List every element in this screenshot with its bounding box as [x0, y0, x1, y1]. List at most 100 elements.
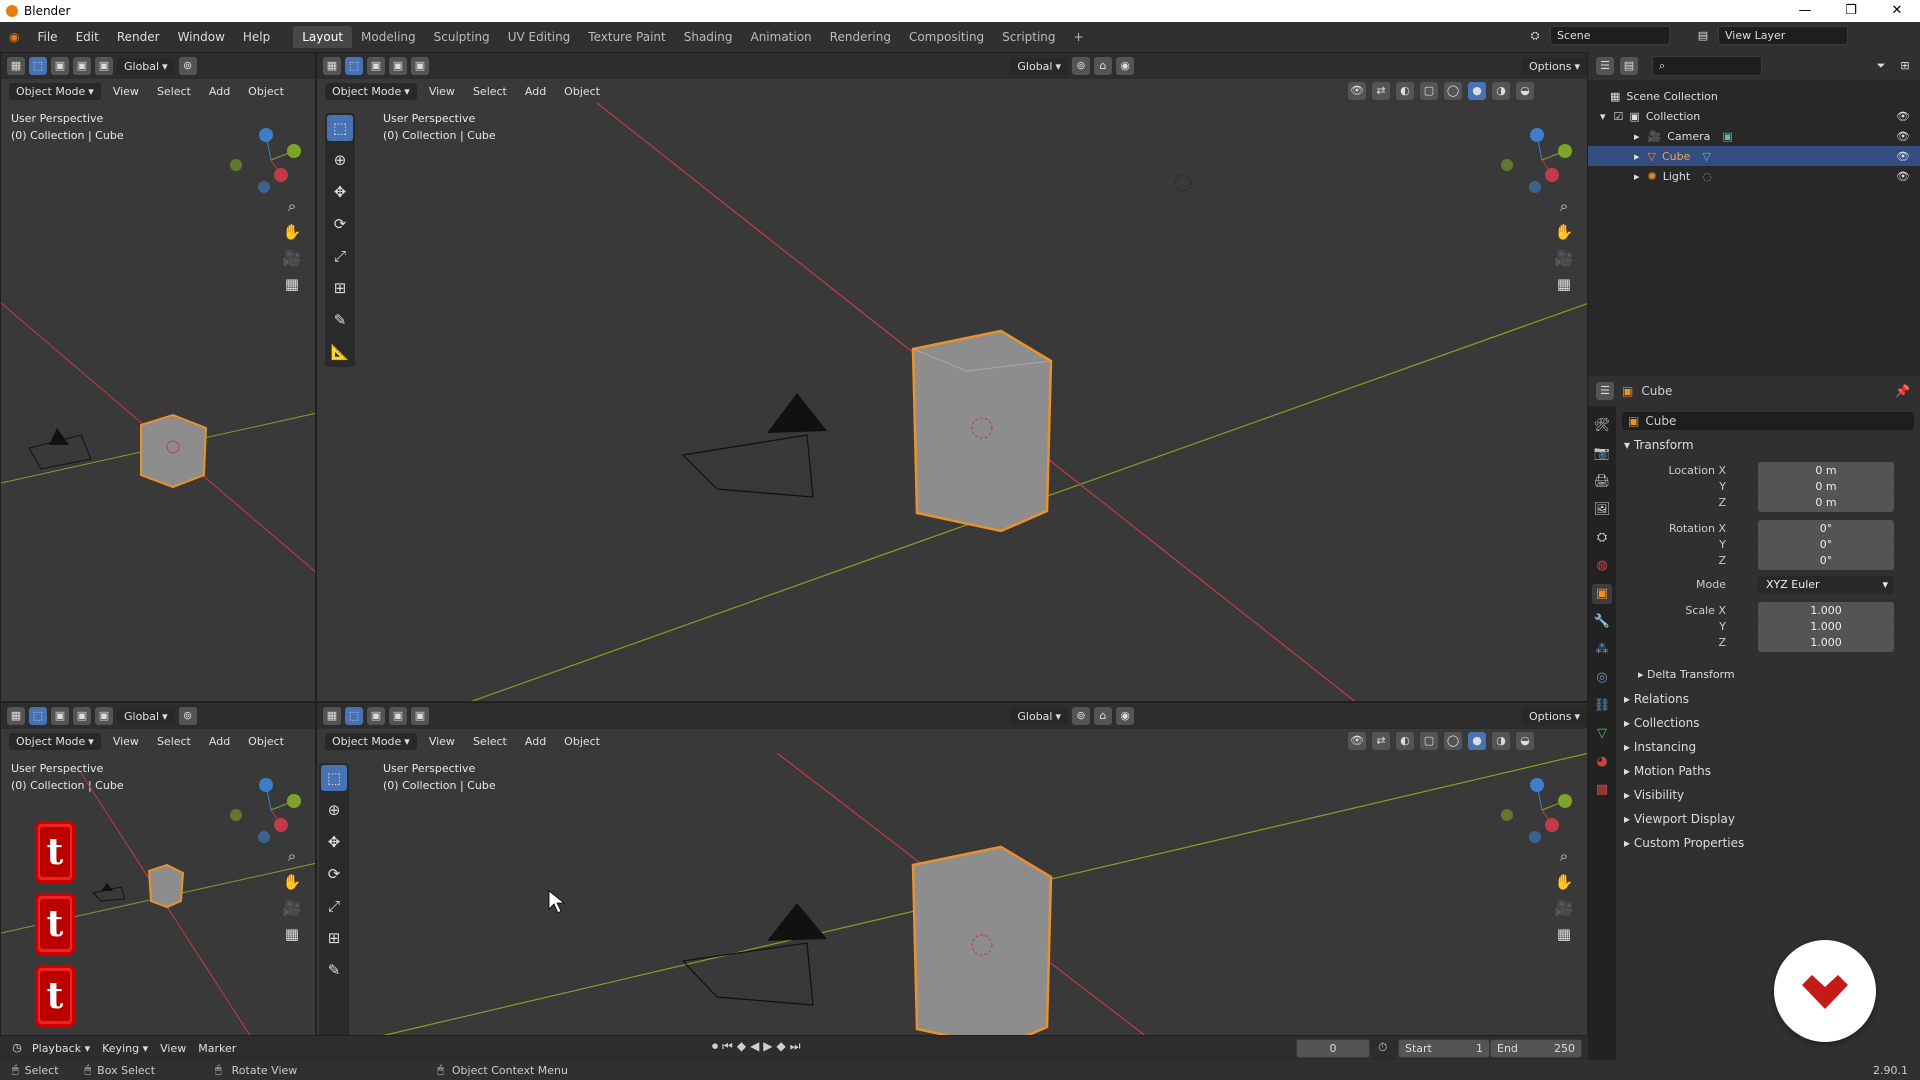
- select-mode-icon[interactable]: ▣: [367, 707, 385, 725]
- select-tool-icon[interactable]: ⬚: [345, 707, 363, 725]
- zoom-icon[interactable]: ⌕: [281, 847, 303, 865]
- menu-keying[interactable]: Keying ▾: [96, 1040, 154, 1057]
- instancing-panel[interactable]: ▸ Instancing: [1624, 740, 1696, 754]
- eye-icon[interactable]: 👁: [1896, 110, 1910, 123]
- options-dropdown[interactable]: Options ▾: [1522, 707, 1587, 725]
- add-workspace-button[interactable]: +: [1065, 26, 1093, 48]
- editor-type-icon[interactable]: ◷: [8, 1039, 26, 1057]
- solid-shading-icon[interactable]: ●: [1468, 732, 1486, 750]
- close-button[interactable]: ✕: [1874, 0, 1920, 22]
- proportional-edit-icon[interactable]: ◉: [1116, 707, 1135, 725]
- select-mode-icon[interactable]: ▣: [51, 57, 69, 75]
- pan-hand-icon[interactable]: ✋: [1553, 223, 1575, 241]
- gizmo-toggle-icon[interactable]: ⇄: [1372, 82, 1390, 100]
- menu-select[interactable]: Select: [467, 83, 513, 100]
- menu-view[interactable]: View: [107, 83, 145, 100]
- pivot-icon[interactable]: ⊚: [178, 707, 197, 725]
- editor-type-icon[interactable]: ▦: [323, 57, 341, 75]
- menu-select[interactable]: Select: [467, 733, 513, 750]
- mode-dropdown[interactable]: Object Mode ▾: [325, 732, 417, 750]
- camera-view-icon[interactable]: 🎥: [281, 249, 303, 267]
- zoom-icon[interactable]: ⌕: [281, 197, 303, 215]
- custom-properties-panel[interactable]: ▸ Custom Properties: [1624, 836, 1744, 850]
- viewport-bottom-left[interactable]: ▦ ⬚ ▣ ▣ ▣ Global ▾ ⊚ Object Mode ▾ View …: [0, 702, 316, 1036]
- menu-help[interactable]: Help: [234, 30, 279, 44]
- navigation-gizmo[interactable]: [226, 115, 316, 205]
- tool-tab-icon[interactable]: 🛠: [1592, 416, 1612, 436]
- material-shading-icon[interactable]: ◑: [1492, 732, 1510, 750]
- select-mode-icon[interactable]: ▣: [367, 57, 385, 75]
- viewport-display-panel[interactable]: ▸ Viewport Display: [1624, 812, 1735, 826]
- select-tool-icon[interactable]: ⬚: [345, 57, 363, 75]
- orientation-dropdown[interactable]: Global ▾: [1010, 707, 1069, 725]
- overlay-toggle-icon[interactable]: ◐: [1396, 82, 1414, 100]
- editor-type-icon[interactable]: ☰: [1596, 382, 1614, 400]
- visibility-icon[interactable]: 👁: [1348, 82, 1366, 100]
- overlay-t-button[interactable]: t: [35, 893, 75, 955]
- menu-view[interactable]: View: [423, 733, 461, 750]
- modifier-tab-icon[interactable]: 🔧: [1592, 612, 1612, 632]
- select-tool-icon[interactable]: ⬚: [29, 57, 47, 75]
- outliner-scene-collection[interactable]: ▦ Scene Collection: [1588, 86, 1920, 106]
- pivot-icon[interactable]: ⊚: [178, 57, 197, 75]
- overlay-t-button[interactable]: t: [35, 821, 75, 883]
- relations-panel[interactable]: ▸ Relations: [1624, 692, 1689, 706]
- material-shading-icon[interactable]: ◑: [1492, 82, 1510, 100]
- menu-file[interactable]: File: [28, 30, 66, 44]
- material-tab-icon[interactable]: ◕: [1592, 752, 1612, 772]
- scene-selector[interactable]: Scene: [1550, 26, 1670, 45]
- physics-tab-icon[interactable]: ◎: [1592, 668, 1612, 688]
- viewport-top-left[interactable]: ▦ ⬚ ▣ ▣ ▣ Global ▾ ⊚ Object Mode ▾ View …: [0, 52, 316, 702]
- menu-object[interactable]: Object: [558, 733, 606, 750]
- motion-paths-panel[interactable]: ▸ Motion Paths: [1624, 764, 1711, 778]
- scale-z-field[interactable]: 1.000: [1758, 634, 1894, 652]
- options-dropdown[interactable]: Options ▾: [1522, 57, 1587, 75]
- outliner-item-cube[interactable]: ▸ ▽ Cube ▽ 👁: [1588, 146, 1920, 166]
- orientation-dropdown[interactable]: Global ▾: [117, 57, 175, 75]
- select-mode-icon[interactable]: ▣: [73, 57, 91, 75]
- expand-arrow-icon[interactable]: ▾: [1600, 110, 1606, 123]
- end-frame-field[interactable]: End 250: [1490, 1039, 1582, 1058]
- ortho-grid-icon[interactable]: ▦: [281, 925, 303, 943]
- ortho-grid-icon[interactable]: ▦: [1553, 925, 1575, 943]
- select-mode-icon[interactable]: ▣: [411, 57, 429, 75]
- jump-end-icon[interactable]: ⏭: [790, 1039, 801, 1054]
- rendered-shading-icon[interactable]: ◒: [1516, 82, 1534, 100]
- view-layer-selector[interactable]: View Layer: [1718, 26, 1848, 45]
- visibility-panel[interactable]: ▸ Visibility: [1624, 788, 1684, 802]
- stopwatch-icon[interactable]: ⏱: [1378, 1040, 1387, 1055]
- select-mode-icon[interactable]: ▣: [73, 707, 91, 725]
- tab-layout[interactable]: Layout: [293, 26, 353, 48]
- menu-render[interactable]: Render: [108, 30, 169, 44]
- ortho-grid-icon[interactable]: ▦: [1553, 275, 1575, 293]
- select-mode-icon[interactable]: ▣: [389, 707, 407, 725]
- pivot-icon[interactable]: ⊚: [1072, 57, 1091, 75]
- object-tab-icon[interactable]: ▣: [1592, 584, 1612, 604]
- current-frame-field[interactable]: 0: [1296, 1039, 1370, 1058]
- orientation-dropdown[interactable]: Global ▾: [117, 707, 175, 725]
- render-tab-icon[interactable]: 📷: [1592, 444, 1612, 464]
- eye-icon[interactable]: 👁: [1896, 150, 1910, 163]
- xray-icon[interactable]: ▢: [1420, 82, 1438, 100]
- play-icon[interactable]: ▶: [763, 1039, 772, 1054]
- mode-dropdown[interactable]: Object Mode ▾: [9, 732, 101, 750]
- ortho-grid-icon[interactable]: ▦: [281, 275, 303, 293]
- eye-icon[interactable]: 👁: [1896, 170, 1910, 183]
- editor-type-icon[interactable]: ▦: [7, 707, 25, 725]
- pan-hand-icon[interactable]: ✋: [281, 873, 303, 891]
- menu-view[interactable]: View: [107, 733, 145, 750]
- expand-arrow-icon[interactable]: ▸: [1634, 130, 1640, 143]
- camera-view-icon[interactable]: 🎥: [281, 899, 303, 917]
- menu-add[interactable]: Add: [519, 83, 552, 100]
- data-tab-icon[interactable]: ▽: [1592, 724, 1612, 744]
- outliner-item-camera[interactable]: ▸ 🎥 Camera ▣ 👁: [1588, 126, 1920, 146]
- rotation-z-field[interactable]: 0°: [1758, 552, 1894, 570]
- prev-keyframe-icon[interactable]: ◆: [737, 1039, 746, 1054]
- play-reverse-icon[interactable]: ◀: [750, 1039, 759, 1054]
- xray-icon[interactable]: ▢: [1420, 732, 1438, 750]
- jump-start-icon[interactable]: ⏮: [722, 1039, 733, 1054]
- menu-marker[interactable]: Marker: [192, 1040, 242, 1057]
- select-mode-icon[interactable]: ▣: [51, 707, 69, 725]
- outliner-item-light[interactable]: ▸ ✺ Light ◌ 👁: [1588, 166, 1920, 186]
- next-keyframe-icon[interactable]: ◆: [777, 1039, 786, 1054]
